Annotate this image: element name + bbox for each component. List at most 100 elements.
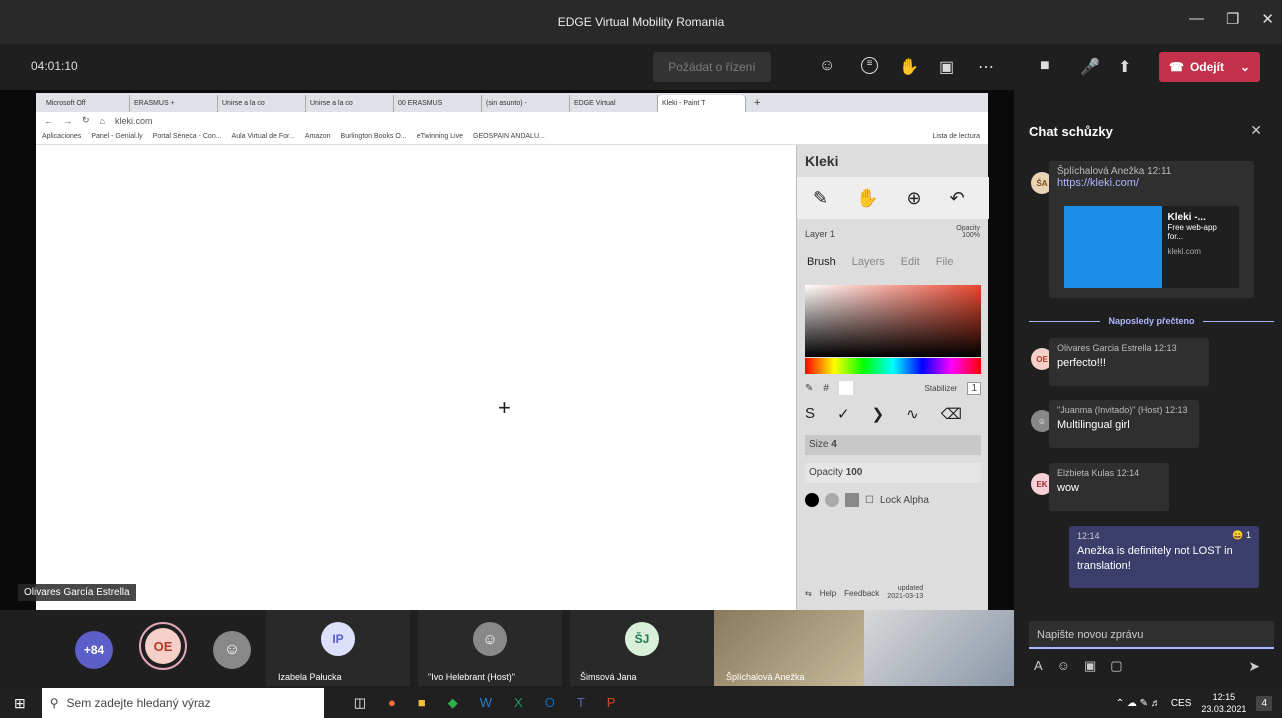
powerpoint-icon[interactable]: P — [607, 695, 616, 711]
participant-tile[interactable]: IP Izabela Pałucka — [266, 610, 410, 686]
tab-brush[interactable]: Brush — [807, 256, 836, 268]
file-explorer-icon[interactable]: ■ — [418, 695, 426, 711]
browser-tab-active[interactable]: Kleki - Paint T — [658, 95, 746, 112]
url-text[interactable]: kleki.com — [115, 116, 153, 126]
participants-icon[interactable]: ☺ — [819, 57, 835, 75]
browser-tab[interactable]: Unirse a la co — [218, 95, 306, 112]
chevron-down-icon[interactable]: ⌄ — [1240, 60, 1250, 74]
app-icon[interactable]: ◆ — [448, 695, 458, 711]
word-icon[interactable]: W — [480, 695, 492, 711]
pen-brush-icon[interactable]: S — [805, 405, 815, 423]
reload-icon[interactable]: ↻ — [82, 115, 90, 126]
browser-tab[interactable]: Unirse a la co — [306, 95, 394, 112]
swap-icon[interactable]: ⇆ — [805, 589, 812, 598]
reaction-badge[interactable]: 😄 1 — [1232, 530, 1251, 541]
sketchy-brush-icon[interactable]: ❯ — [872, 405, 885, 423]
browser-tab[interactable]: 00 ERASMUS — [394, 95, 482, 112]
stabilizer-select[interactable]: 1 — [967, 381, 981, 395]
teams-icon[interactable]: T — [577, 695, 585, 711]
lock-alpha-checkbox[interactable]: ☐ — [865, 495, 874, 506]
home-icon[interactable]: ⌂ — [100, 116, 105, 126]
color-picker[interactable] — [805, 285, 981, 357]
more-icon[interactable]: ⋯ — [978, 57, 994, 77]
bookmark[interactable]: Aula Virtual de For... — [232, 133, 295, 140]
tab-file[interactable]: File — [936, 256, 954, 268]
send-icon[interactable]: ➤ — [1248, 658, 1260, 675]
size-slider[interactable]: Size 4 — [805, 435, 981, 455]
request-control-button[interactable]: Požádat o řízení — [653, 52, 771, 82]
blend-brush-icon[interactable]: ✓ — [837, 405, 850, 423]
link[interactable]: https://kleki.com/ — [1057, 177, 1246, 189]
excel-icon[interactable]: X — [514, 695, 523, 711]
minimize-icon[interactable]: — — [1189, 10, 1204, 28]
format-icon[interactable]: A — [1034, 658, 1043, 674]
close-icon[interactable]: ✕ — [1261, 10, 1274, 28]
language-indicator[interactable]: CES — [1171, 698, 1192, 709]
drawing-canvas[interactable]: + — [36, 145, 796, 610]
bookmark[interactable]: eTwinning Live — [417, 133, 463, 140]
reactions-icon[interactable]: ✋ — [899, 57, 919, 77]
forward-icon[interactable]: → — [63, 116, 72, 126]
browser-tab[interactable]: EDGE Virtual — [570, 95, 658, 112]
bookmark[interactable]: Portal Séneca - Con... — [153, 133, 222, 140]
clock[interactable]: 12:15 23.03.2021 — [1201, 691, 1246, 715]
notification-icon[interactable]: 4 — [1256, 695, 1272, 711]
browser-tab[interactable]: ERASMUS + — [130, 95, 218, 112]
mic-off-icon[interactable]: 🎤 — [1080, 57, 1100, 77]
reading-list[interactable]: Lista de lectura — [933, 133, 980, 140]
address-bar[interactable]: ← → ↻ ⌂ kleki.com — [36, 112, 988, 129]
participant-video[interactable]: Šplíchalová Anežka — [714, 610, 864, 686]
bookmark[interactable]: Amazon — [305, 133, 331, 140]
maximize-icon[interactable]: ❐ — [1226, 10, 1239, 28]
tab-layers[interactable]: Layers — [852, 256, 885, 268]
hue-slider[interactable] — [805, 358, 981, 374]
outlook-icon[interactable]: O — [545, 695, 555, 711]
brush-tool-icon[interactable]: ✎ — [813, 188, 828, 209]
firefox-icon[interactable]: ● — [388, 695, 396, 711]
chat-input[interactable]: Napište novou zprávu — [1029, 621, 1274, 649]
shape-circle[interactable] — [805, 493, 819, 507]
color-swatch[interactable] — [838, 381, 853, 395]
camera-icon[interactable]: ■ — [1040, 57, 1050, 75]
share-icon[interactable]: ⬆ — [1118, 57, 1131, 77]
browser-tab[interactable]: Microsoft Off — [42, 95, 130, 112]
eraser-icon[interactable]: ⌫ — [941, 405, 962, 423]
shape-square[interactable] — [845, 493, 859, 507]
gif-icon[interactable]: ▣ — [1084, 658, 1096, 674]
eyedropper-icon[interactable]: ✎ — [805, 383, 813, 394]
rooms-icon[interactable]: ▣ — [939, 57, 954, 77]
sticker-icon[interactable]: ▢ — [1110, 658, 1122, 674]
participant-video[interactable] — [864, 610, 1014, 686]
emoji-icon[interactable]: ☺ — [1057, 658, 1070, 674]
feedback-link[interactable]: Feedback — [844, 589, 879, 598]
opacity-slider[interactable]: Opacity 100 — [805, 463, 981, 483]
task-view-icon[interactable]: ◫ — [354, 695, 366, 711]
zoom-icon[interactable]: ⊕ — [907, 188, 922, 209]
taskbar-search[interactable]: ⚲ Sem zadejte hledaný výraz — [41, 688, 324, 718]
leave-button[interactable]: ☎ Odejít ⌄ — [1159, 52, 1260, 82]
bookmark[interactable]: GEOSPAIN ANDALU... — [473, 133, 545, 140]
tray-icons[interactable]: ⌃ ☁ ✎ ♬ — [1116, 698, 1161, 709]
hex-icon[interactable]: # — [823, 383, 829, 394]
back-icon[interactable]: ← — [44, 116, 53, 126]
chat-icon[interactable]: ≡ — [861, 57, 878, 74]
shape-soft[interactable] — [825, 493, 839, 507]
participant-tile[interactable]: ŠJ Šimsová Jana — [570, 610, 714, 686]
bookmark[interactable]: Aplicaciones — [42, 133, 81, 140]
participant-tile[interactable]: ☺ "Ivo Helebrant (Host)" — [418, 610, 562, 686]
tab-edit[interactable]: Edit — [901, 256, 920, 268]
bookmark[interactable]: Burlington Books O... — [341, 133, 407, 140]
browser-tab[interactable]: (sin asunto) - — [482, 95, 570, 112]
close-chat-icon[interactable]: ✕ — [1250, 122, 1262, 139]
new-tab-icon[interactable]: + — [754, 97, 760, 109]
more-participants[interactable]: +84 — [75, 631, 113, 669]
hand-tool-icon[interactable]: ✋ — [856, 188, 878, 209]
bookmark[interactable]: Panel - Genial.ly — [91, 133, 142, 140]
participant-avatar-icon[interactable]: ☺ — [213, 631, 251, 669]
smooth-brush-icon[interactable]: ∿ — [906, 405, 919, 423]
undo-icon[interactable]: ↶ — [950, 188, 965, 209]
windows-start-icon[interactable]: ⊞ — [14, 695, 26, 712]
participant-oe[interactable]: OE — [139, 622, 187, 670]
help-link[interactable]: Help — [820, 589, 836, 598]
link-preview[interactable]: Kleki -... Free web-app for... kleki.com — [1064, 206, 1239, 288]
